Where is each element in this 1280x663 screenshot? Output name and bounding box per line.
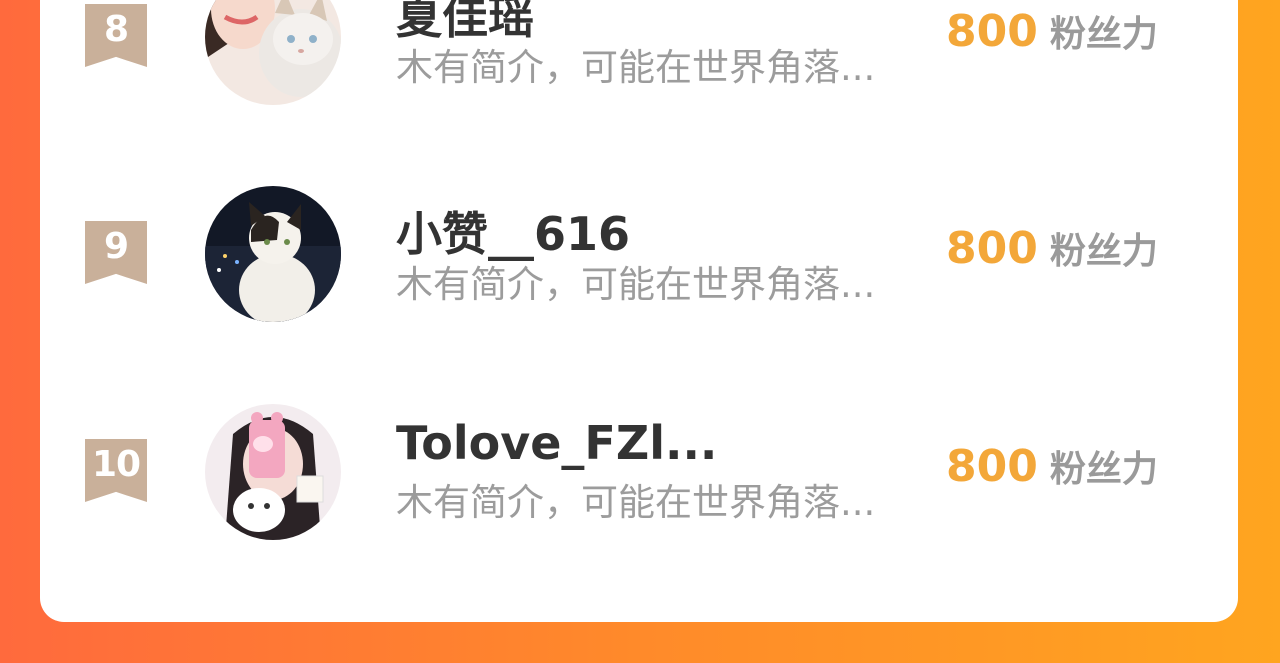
user-intro: 木有简介，可能在世界角落... xyxy=(396,263,876,306)
avatar[interactable] xyxy=(205,0,341,105)
list-item[interactable]: 8 夏佳瑶 木有简介，可能在世界角落... 800 粉丝力 xyxy=(40,0,1238,109)
list-item[interactable]: 10 Tolove_FZl... 木有简介，可能在世界角落... 800 粉丝力 xyxy=(40,404,1238,544)
user-name[interactable]: Tolove_FZl... xyxy=(396,416,717,470)
score-unit: 粉丝力 xyxy=(1049,231,1158,272)
fan-power-score: 800 粉丝力 xyxy=(946,5,1158,57)
user-intro: 木有简介，可能在世界角落... xyxy=(396,46,876,89)
user-intro: 木有简介，可能在世界角落... xyxy=(396,481,876,524)
score-unit: 粉丝力 xyxy=(1049,449,1158,490)
score-value: 800 xyxy=(946,223,1038,274)
fan-power-score: 800 粉丝力 xyxy=(946,222,1158,274)
rank-badge: 8 xyxy=(85,4,147,67)
rank-badge: 10 xyxy=(85,439,147,502)
list-item[interactable]: 9 小赞__616 木有简介，可能在世界角落... 800 粉丝力 xyxy=(40,186,1238,326)
ranking-card: 8 夏佳瑶 木有简介，可能在世界角落... 800 粉丝力 9 小赞__616 … xyxy=(40,0,1238,622)
fan-power-score: 800 粉丝力 xyxy=(946,440,1158,492)
rank-badge: 9 xyxy=(85,221,147,284)
score-unit: 粉丝力 xyxy=(1049,14,1158,55)
score-value: 800 xyxy=(946,6,1038,57)
avatar[interactable] xyxy=(205,186,341,322)
avatar[interactable] xyxy=(205,404,341,540)
score-value: 800 xyxy=(946,441,1038,492)
